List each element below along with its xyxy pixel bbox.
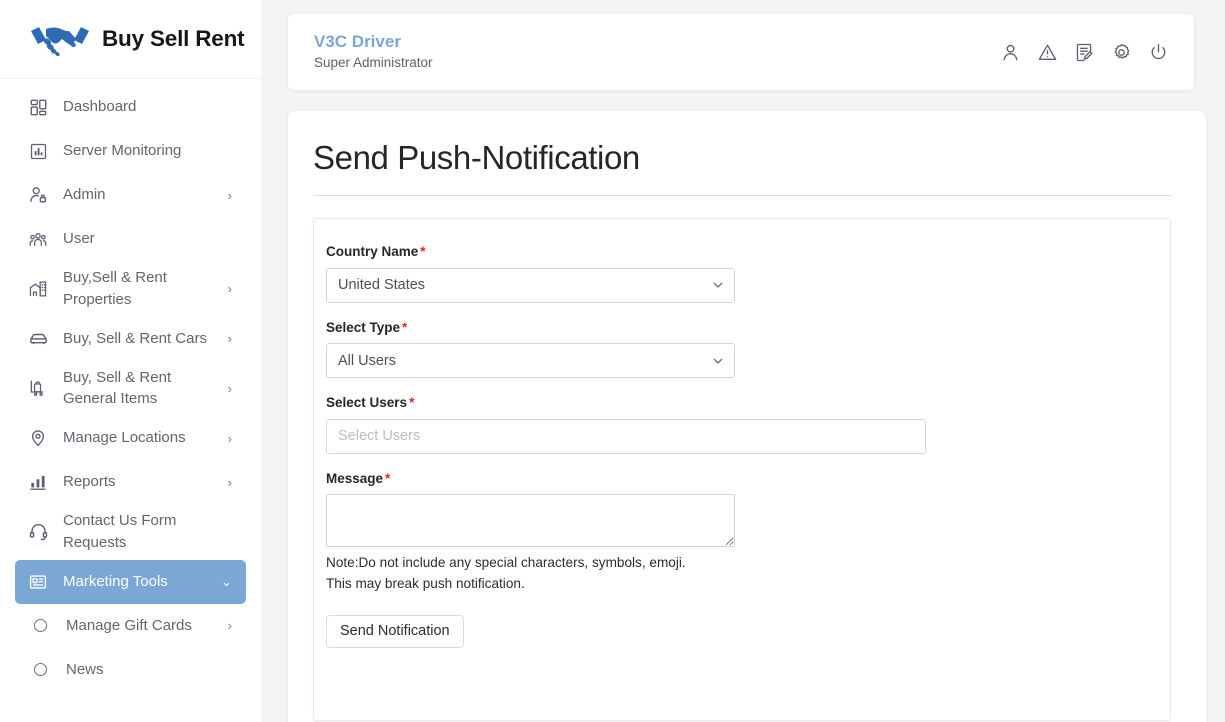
required-asterisk: * [385,470,391,486]
sidebar: Buy Sell Rent Dashboard Server Monitorin… [0,0,261,722]
required-asterisk: * [402,319,408,335]
chevron-right-icon: › [227,380,232,396]
message-textarea[interactable] [326,494,735,548]
sidebar-item-label: Buy,Sell & Rent Properties [63,269,167,308]
chevron-right-icon: › [227,474,232,490]
power-icon[interactable] [1149,43,1168,62]
required-asterisk: * [420,244,426,260]
users-group-icon [25,226,51,252]
required-asterisk: * [409,395,415,411]
topbar-titles: V3C Driver Super Administrator [314,31,1001,73]
country-name-label-text: Country Name [326,244,419,260]
edit-document-icon[interactable] [1075,43,1094,62]
location-pin-icon [25,425,51,451]
type-select[interactable]: All Users [326,343,735,379]
chevron-right-icon: › [227,430,232,446]
sidebar-item-label: Manage Gift Cards [66,616,192,634]
sidebar-item-properties[interactable]: Buy,Sell & Rent Properties › [15,261,246,317]
sidebar-item-label: Buy, Sell & Rent Cars [63,329,207,347]
brand-name: Buy Sell Rent [102,26,245,51]
sidebar-item-label: Marketing Tools [63,572,168,590]
sidebar-item-label: Buy, Sell & Rent General Items [63,368,172,408]
sidebar-item-label: News [66,660,104,678]
circle-bullet-icon [27,613,53,639]
topbar: V3C Driver Super Administrator [288,14,1194,90]
sidebar-item-general-items[interactable]: Buy, Sell & Rent General Items › [15,361,246,417]
sidebar-item-reports[interactable]: Reports › [15,460,246,504]
sidebar-item-cars[interactable]: Buy, Sell & Rent Cars › [15,317,246,361]
field-select-type: Select Type * All Users [326,319,1170,379]
note-line-2: This may break push notification. [326,576,525,592]
message-label: Message * [326,470,1170,488]
circle-bullet-icon [27,657,53,683]
chevron-right-icon: › [227,618,232,633]
article-card-icon [25,569,51,595]
select-users-input[interactable] [326,418,926,454]
sidebar-item-label: Server Monitoring [63,142,182,160]
country-select[interactable]: United States [326,267,735,303]
sidebar-item-label: Dashboard [63,98,137,116]
sidebar-brand[interactable]: Buy Sell Rent [0,0,261,79]
dashboard-grid-icon [25,94,51,120]
building-icon [25,276,51,302]
warning-triangle-icon[interactable] [1038,43,1057,62]
page-title: Send Push-Notification [313,139,640,176]
sidebar-item-user[interactable]: User [15,217,246,261]
sidebar-item-admin[interactable]: Admin › [15,173,246,217]
push-notification-form: Country Name * United States Select Type… [313,218,1171,722]
sidebar-item-label: Manage Locations [63,429,186,447]
sidebar-item-label: Reports [63,473,116,491]
sidebar-nav: Dashboard Server Monitoring Admin › User… [0,79,261,692]
user-icon[interactable] [1001,43,1020,62]
chart-box-icon [25,138,51,164]
sidebar-item-server-monitoring[interactable]: Server Monitoring [15,129,246,173]
field-country-name: Country Name * United States [326,243,1170,303]
headset-icon [25,519,51,545]
select-type-label: Select Type * [326,319,1170,337]
sidebar-item-label: Admin [63,186,106,204]
gear-icon[interactable] [1112,43,1131,62]
account-name: V3C Driver [314,32,401,51]
chevron-down-icon: ⌄ [221,574,232,589]
note-line-1: Note:Do not include any special characte… [326,555,686,571]
field-message: Message * Note:Do not include any special… [326,470,1170,648]
account-role: Super Administrator [314,55,433,71]
handshake-icon [28,19,92,59]
main-content: V3C Driver Super Administrator Send Push… [261,0,1225,722]
country-name-label: Country Name * [326,243,1170,261]
sidebar-item-dashboard[interactable]: Dashboard [15,85,246,129]
select-users-label: Select Users * [326,394,1170,412]
sidebar-item-contact-requests[interactable]: Contact Us Form Requests [15,504,246,560]
select-users-label-text: Select Users [326,395,408,411]
sidebar-item-news[interactable]: News [15,648,246,692]
user-lock-icon [25,182,51,208]
select-type-label-text: Select Type [326,319,401,335]
sidebar-item-manage-locations[interactable]: Manage Locations › [15,416,246,460]
sidebar-item-manage-gift-cards[interactable]: Manage Gift Cards › [15,604,246,648]
bar-chart-icon [25,469,51,495]
sidebar-item-label: User [63,230,95,248]
sidebar-item-label: Contact Us Form Requests [63,512,177,551]
luggage-cart-icon [25,375,51,401]
field-select-users: Select Users * [326,394,1170,454]
chevron-right-icon: › [227,281,232,297]
country-select-wrap: United States [326,267,735,303]
page-card: Send Push-Notification Country Name * Uni… [288,111,1206,722]
chevron-right-icon: › [227,187,232,203]
chevron-right-icon: › [227,331,232,346]
sidebar-item-marketing-tools[interactable]: Marketing Tools ⌄ [15,559,246,604]
type-select-wrap: All Users [326,343,735,379]
car-icon [25,326,51,352]
title-divider [313,195,1171,197]
send-notification-button[interactable]: Send Notification [326,614,464,648]
topbar-icon-group [1001,43,1168,62]
message-label-text: Message [326,470,384,486]
